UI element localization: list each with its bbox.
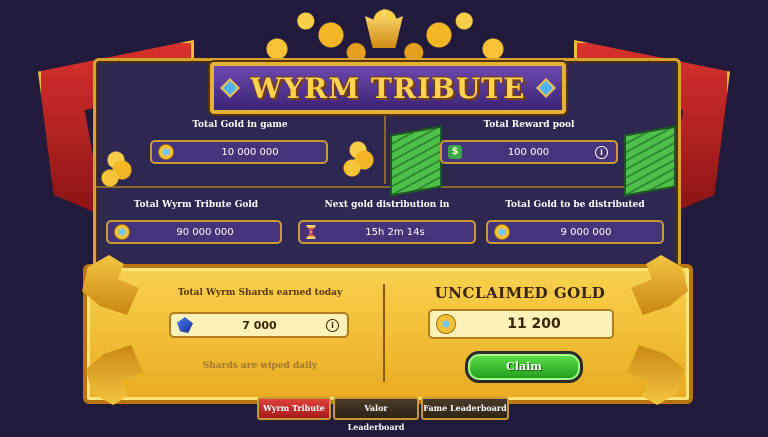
next-distribution-label: Next gold distribution in <box>324 200 450 210</box>
shards-field: 7 000 i <box>169 312 349 338</box>
rewards-divider <box>383 284 385 382</box>
shards-value: 7 000 <box>242 318 277 332</box>
total-gold-label: Total Gold in game <box>192 120 288 130</box>
reward-pool-field: $ 100 000 i <box>440 140 618 164</box>
tab-fame-leaderboard[interactable]: Fame Leaderboard <box>421 397 509 420</box>
to-distribute-value: 9 000 000 <box>560 226 612 238</box>
total-gold-field: 10 000 000 <box>150 140 328 164</box>
gold-coins-decoration-left <box>98 150 138 190</box>
tab-wyrm-tribute[interactable]: Wyrm Tribute <box>257 397 331 420</box>
gem-left-icon <box>219 78 240 98</box>
stats-row-separator <box>96 186 672 188</box>
unclaimed-gold-value: 11 200 <box>507 316 561 332</box>
hourglass-icon <box>306 225 316 239</box>
info-icon[interactable]: i <box>595 145 608 159</box>
gold-coin-icon <box>114 224 130 240</box>
gold-coin-icon <box>436 314 456 334</box>
reward-pool-label: Total Reward pool <box>483 120 575 130</box>
wyrm-shard-icon <box>177 317 193 333</box>
cash-stack-icon <box>390 125 442 197</box>
stats-divider <box>384 116 386 184</box>
cash-stack-icon-right <box>624 125 676 197</box>
tab-valor-leaderboard[interactable]: Valor Leaderboard <box>333 397 419 432</box>
dollar-icon: $ <box>448 145 462 159</box>
page-title: WYRM TRIBUTE <box>250 71 526 105</box>
to-distribute-label: Total Gold to be distributed <box>505 200 645 210</box>
gold-coins-decoration <box>340 140 380 180</box>
next-distribution-value: 15h 2m 14s <box>365 226 425 238</box>
reward-pool-value: 100 000 <box>507 146 550 158</box>
unclaimed-gold-field: 11 200 <box>428 309 614 339</box>
gem-right-icon <box>536 78 557 98</box>
title-banner: WYRM TRIBUTE <box>210 62 566 114</box>
total-gold-value: 10 000 000 <box>221 146 279 158</box>
next-distribution-field: 15h 2m 14s <box>298 220 476 244</box>
tribute-gold-label: Total Wyrm Tribute Gold <box>133 200 259 210</box>
tribute-gold-field: 90 000 000 <box>106 220 282 244</box>
tribute-gold-value: 90 000 000 <box>176 226 234 238</box>
gold-coin-icon <box>158 144 174 160</box>
gold-coin-icon <box>494 224 510 240</box>
shards-label: Total Wyrm Shards earned today <box>177 288 343 298</box>
to-distribute-field: 9 000 000 <box>486 220 664 244</box>
unclaimed-gold-title: UNCLAIMED GOLD <box>434 284 606 302</box>
info-icon[interactable]: i <box>326 318 339 332</box>
shards-note: Shards are wiped daily <box>202 361 318 371</box>
claim-button[interactable]: Claim <box>465 351 583 383</box>
